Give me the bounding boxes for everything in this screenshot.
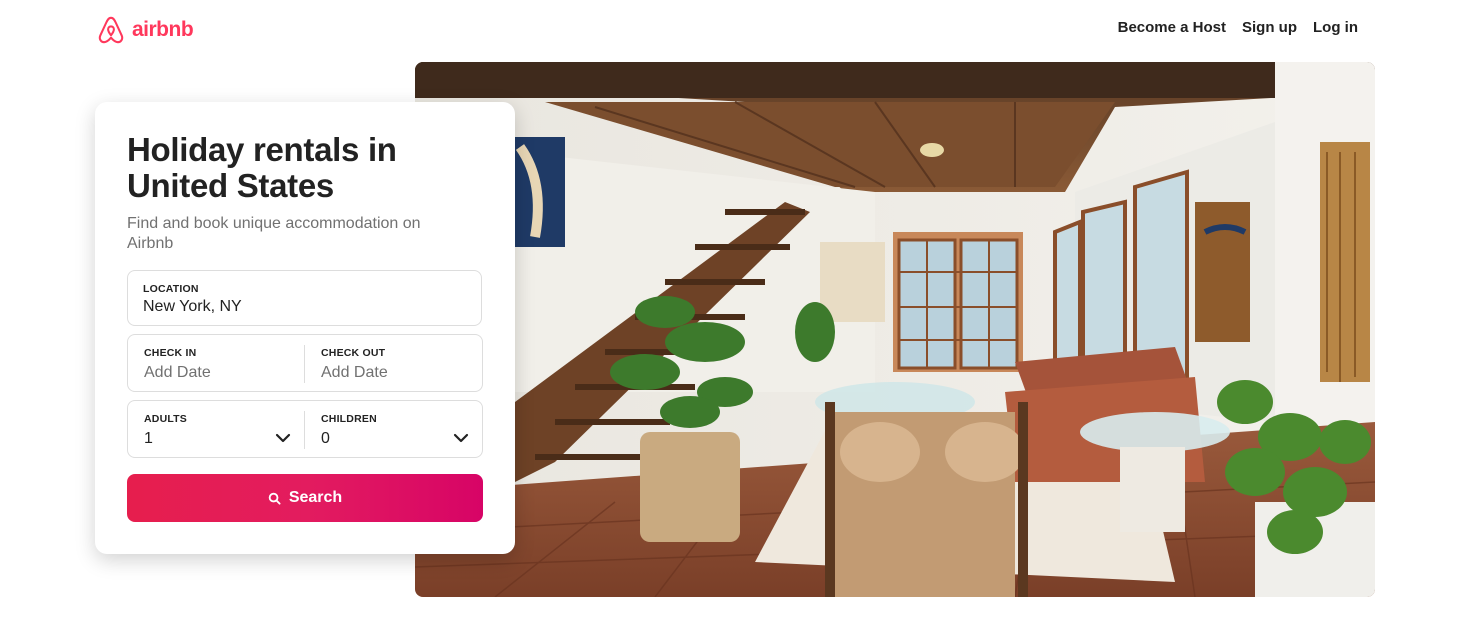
children-value: 0 <box>321 430 330 447</box>
chevron-down-icon <box>275 433 291 443</box>
check-out-field[interactable]: CHECK OUT Add Date <box>305 335 483 391</box>
brand-name: airbnb <box>132 18 194 41</box>
page-title: Holiday rentals in United States <box>127 131 397 204</box>
top-nav: Become a Host Sign up Log in <box>1118 18 1358 38</box>
check-in-input[interactable]: Add Date <box>144 363 211 383</box>
check-out-label: CHECK OUT <box>321 347 386 359</box>
check-in-field[interactable]: CHECK IN Add Date <box>128 335 305 391</box>
adults-select[interactable]: ADULTS 1 <box>128 401 305 457</box>
check-in-label: CHECK IN <box>144 347 197 359</box>
airbnb-belo-icon <box>98 16 124 44</box>
chevron-down-icon <box>453 433 469 443</box>
living-room-photo <box>415 62 1375 597</box>
search-icon <box>268 492 281 505</box>
search-button[interactable]: Search <box>127 474 483 522</box>
become-host-link[interactable]: Become a Host <box>1118 18 1226 38</box>
adults-value: 1 <box>144 430 153 447</box>
children-select[interactable]: CHILDREN 0 <box>305 401 483 457</box>
guests-field: ADULTS 1 CHILDREN 0 <box>127 400 483 458</box>
location-label: LOCATION <box>143 283 199 295</box>
sign-up-link[interactable]: Sign up <box>1242 18 1297 38</box>
dates-field: CHECK IN Add Date CHECK OUT Add Date <box>127 334 483 392</box>
log-in-link[interactable]: Log in <box>1313 18 1358 38</box>
location-field[interactable]: LOCATION New York, NY <box>127 270 482 326</box>
check-out-input[interactable]: Add Date <box>321 363 388 383</box>
search-button-label: Search <box>288 489 343 506</box>
page-subtitle: Find and book unique accommodation on Ai… <box>127 215 421 252</box>
children-label: CHILDREN <box>321 413 377 425</box>
adults-label: ADULTS <box>144 413 188 425</box>
location-input[interactable]: New York, NY <box>143 297 242 317</box>
hero-image <box>415 62 1375 597</box>
search-card: Holiday rentals in United States Find an… <box>95 102 515 554</box>
airbnb-logo[interactable]: airbnb <box>96 14 194 46</box>
header: airbnb Become a Host Sign up Log in <box>0 0 1474 60</box>
